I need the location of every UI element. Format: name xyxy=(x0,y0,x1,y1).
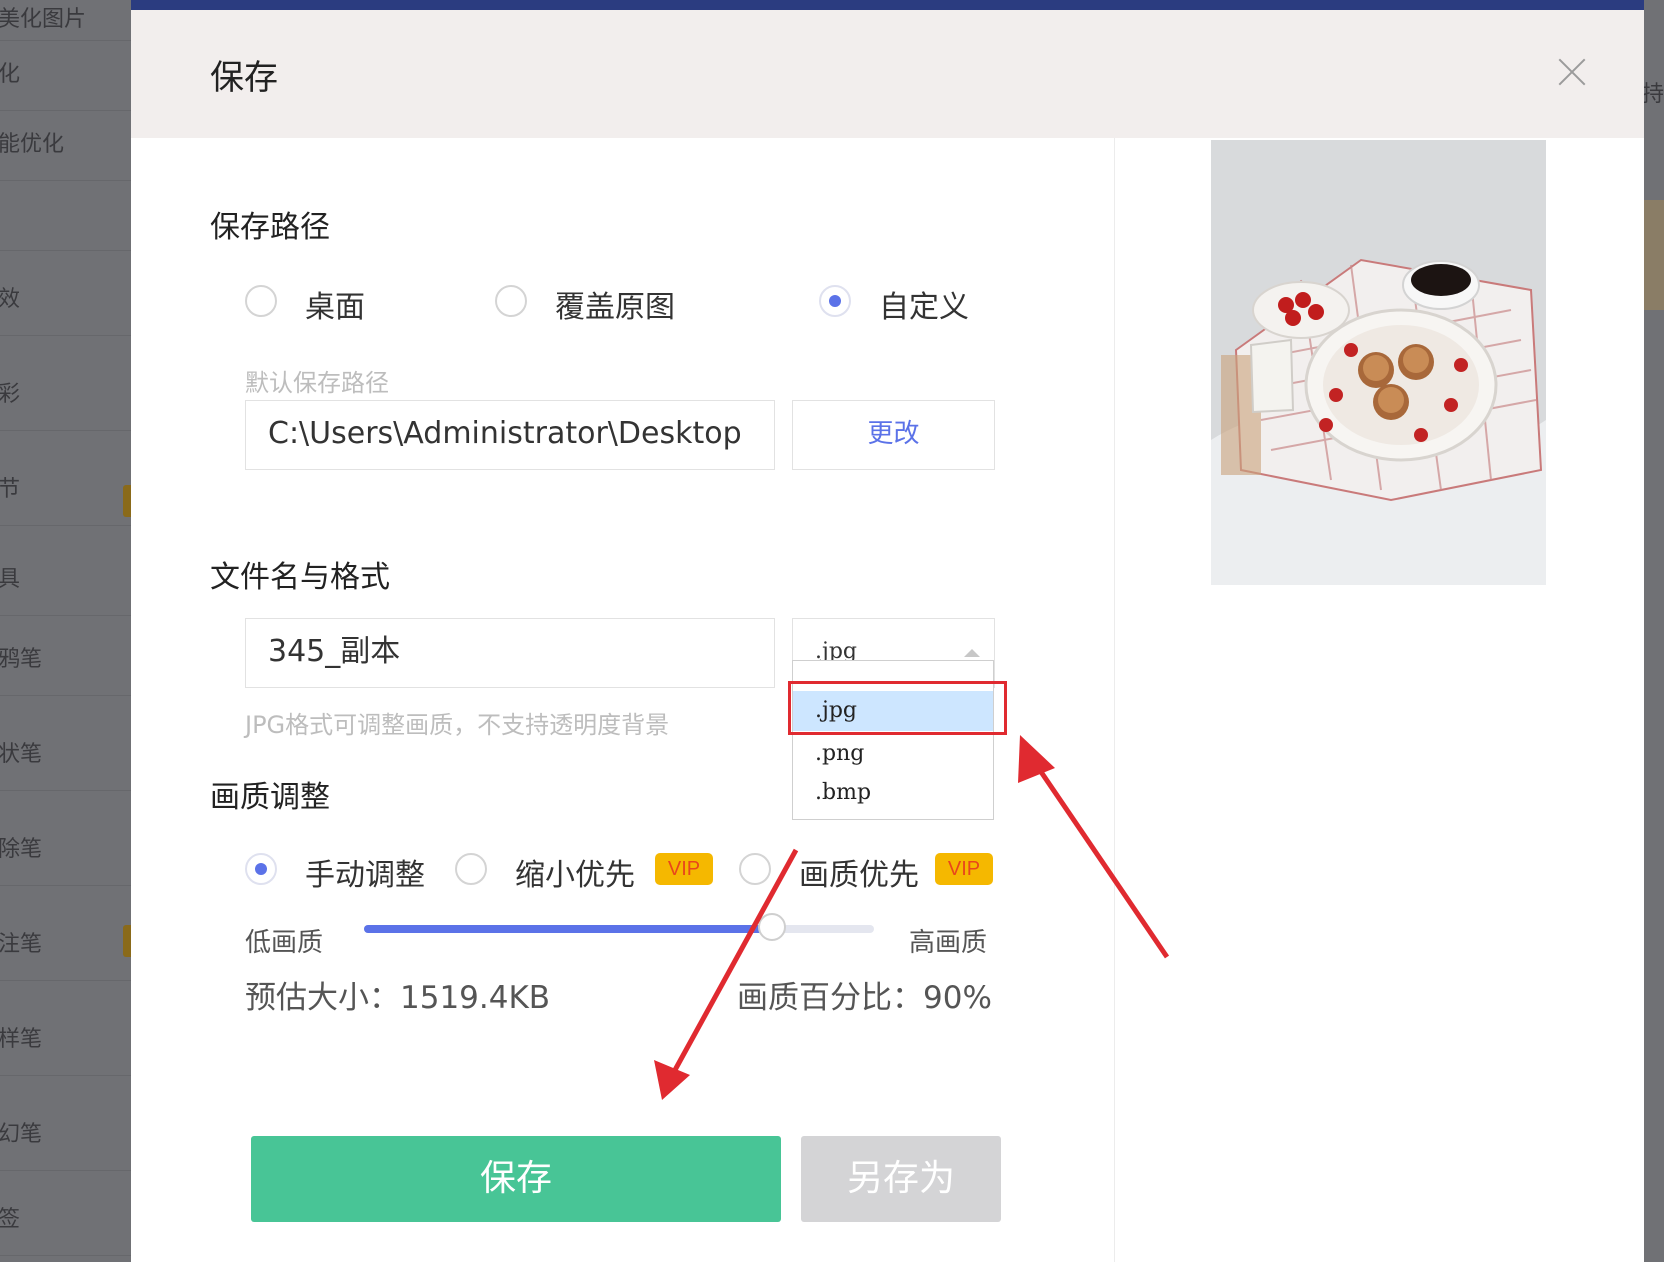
radio-quality-first-label[interactable]: 画质优先 xyxy=(799,850,919,894)
bg-sidebar-item: 幻笔 xyxy=(0,1100,131,1171)
bg-sidebar-item: 效 xyxy=(0,265,131,336)
dialog-title: 保存 xyxy=(210,58,278,98)
bg-sidebar-item: 除笔 xyxy=(0,815,131,886)
chevron-up-icon xyxy=(964,649,980,657)
bg-sidebar-item: 美化图片 xyxy=(0,0,131,41)
format-option-jpg[interactable]: .jpg xyxy=(793,691,993,731)
filename-input[interactable]: 345_副本 xyxy=(245,618,775,688)
format-option-bmp[interactable]: .bmp xyxy=(793,773,993,813)
bg-sidebar-item: 能优化 xyxy=(0,110,131,181)
filename-section-title: 文件名与格式 xyxy=(210,560,390,595)
radio-quality-first[interactable] xyxy=(739,853,771,885)
save-as-button[interactable]: 另存为 xyxy=(801,1136,1001,1222)
quality-slider-fill xyxy=(364,925,772,933)
radio-size-first[interactable] xyxy=(455,853,487,885)
bg-sidebar-item: 节 xyxy=(0,455,131,526)
vip-badge: VIP xyxy=(655,853,713,885)
dialog-divider xyxy=(1114,138,1115,1262)
preview-image xyxy=(1211,140,1546,585)
format-dropdown: .jpg .png .bmp xyxy=(792,660,994,820)
bg-sidebar-item: 化 xyxy=(0,40,131,111)
bg-sidebar-item: 签 xyxy=(0,1185,131,1256)
radio-size-first-label[interactable]: 缩小优先 xyxy=(515,850,635,894)
bg-sidebar-item: 鸦笔 xyxy=(0,625,131,696)
radio-desktop[interactable] xyxy=(245,285,277,317)
radio-manual-label[interactable]: 手动调整 xyxy=(305,850,425,894)
bg-thumbnail xyxy=(1644,200,1664,310)
low-quality-label: 低画质 xyxy=(245,928,324,958)
radio-desktop-label[interactable]: 桌面 xyxy=(305,282,365,326)
vip-badge: VIP xyxy=(935,853,993,885)
save-button[interactable]: 保存 xyxy=(251,1136,781,1222)
quality-slider-thumb[interactable] xyxy=(758,913,786,941)
radio-custom[interactable] xyxy=(819,285,851,317)
format-option-png[interactable]: .png xyxy=(793,734,993,774)
bg-sidebar-item: 具 xyxy=(0,545,131,616)
radio-overwrite[interactable] xyxy=(495,285,527,317)
bg-sidebar-item: 样笔 xyxy=(0,1005,131,1076)
save-path-title: 保存路径 xyxy=(210,210,330,245)
format-hint: JPG格式可调整画质，不支持透明度背景 xyxy=(245,711,670,739)
save-path-input[interactable]: C:\Users\Administrator\Desktop xyxy=(245,400,775,470)
radio-custom-label[interactable]: 自定义 xyxy=(879,282,969,326)
bg-sidebar-item: 状笔 xyxy=(0,720,131,791)
quality-percentage: 画质百分比：90% xyxy=(737,980,992,1016)
change-path-button[interactable]: 更改 xyxy=(792,400,995,470)
quality-section-title: 画质调整 xyxy=(210,780,330,815)
background-topbar xyxy=(131,0,1664,10)
radio-manual[interactable] xyxy=(245,853,277,885)
dialog-header: 保存 xyxy=(131,10,1644,138)
close-icon[interactable] xyxy=(1554,54,1590,90)
bg-badge xyxy=(123,485,131,517)
background-sidebar: 美化图片 化 能优化 效 彩 节 具 鸦笔 状笔 除笔 注笔 样笔 幻笔 签 xyxy=(0,0,131,1262)
bg-sidebar-item: 彩 xyxy=(0,360,131,431)
default-path-label: 默认保存路径 xyxy=(245,369,389,397)
high-quality-label: 高画质 xyxy=(909,928,988,958)
bg-sidebar-item xyxy=(0,180,131,251)
quality-slider-track[interactable] xyxy=(364,925,874,933)
bg-right-text: 持 xyxy=(1642,82,1664,107)
estimated-size: 预估大小：1519.4KB xyxy=(245,980,551,1016)
bg-sidebar-item: 注笔 xyxy=(0,910,131,981)
background-right-panel xyxy=(1644,0,1664,1262)
bg-badge xyxy=(123,925,131,957)
radio-overwrite-label[interactable]: 覆盖原图 xyxy=(555,282,675,326)
